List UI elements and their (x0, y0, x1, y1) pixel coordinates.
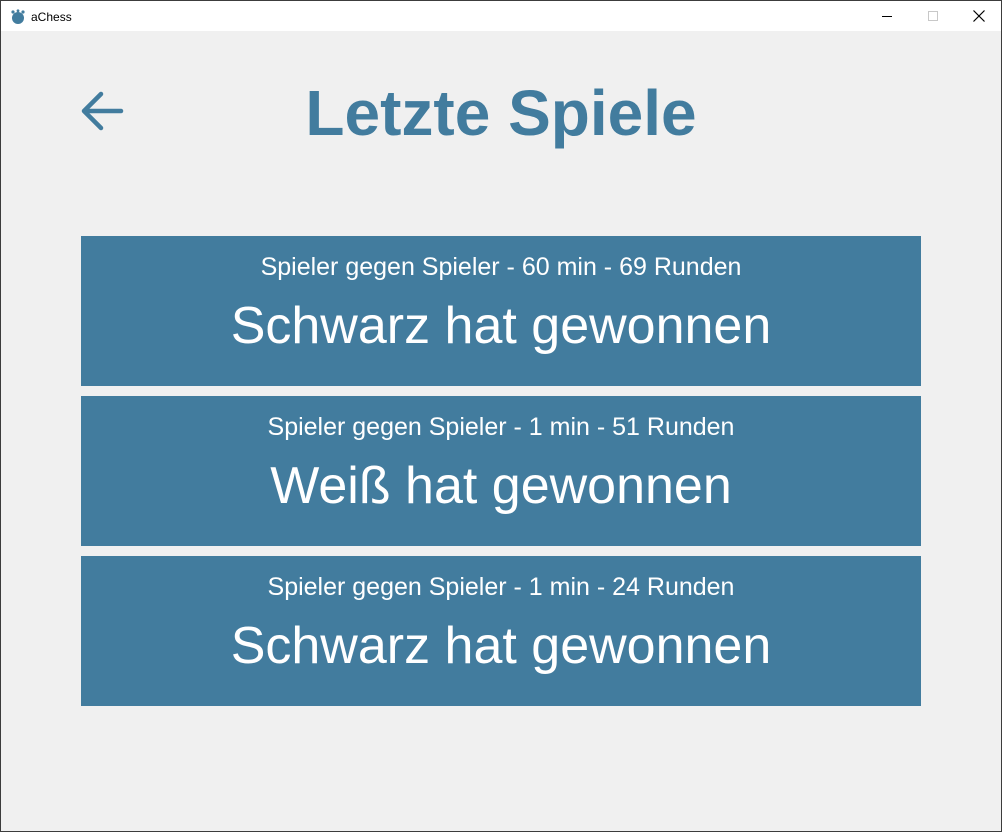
game-info: Spieler gegen Spieler - 1 min - 24 Runde… (267, 573, 735, 601)
game-card[interactable]: Spieler gegen Spieler - 1 min - 51 Runde… (81, 396, 921, 546)
chess-pawn-icon (11, 9, 25, 24)
close-button[interactable] (956, 1, 1002, 31)
page-title: Letzte Spiele (305, 77, 697, 149)
minimize-button[interactable] (864, 1, 910, 31)
game-result: Schwarz hat gewonnen (230, 617, 772, 675)
game-result: Schwarz hat gewonnen (230, 297, 772, 355)
game-card[interactable]: Spieler gegen Spieler - 1 min - 24 Runde… (81, 556, 921, 706)
minimize-icon (882, 16, 892, 17)
app-window: aChess Letzte Spiele Spieler gegen Spiel… (0, 0, 1002, 832)
maximize-button[interactable] (910, 1, 956, 31)
window-title: aChess (31, 10, 72, 24)
maximize-icon (928, 11, 938, 21)
game-info: Spieler gegen Spieler - 1 min - 51 Runde… (267, 413, 735, 441)
game-card[interactable]: Spieler gegen Spieler - 60 min - 69 Rund… (81, 236, 921, 386)
close-icon (973, 10, 985, 22)
game-result: Weiß hat gewonnen (270, 457, 732, 515)
title-bar[interactable]: aChess (1, 1, 1001, 31)
game-info: Spieler gegen Spieler - 60 min - 69 Rund… (260, 253, 742, 281)
